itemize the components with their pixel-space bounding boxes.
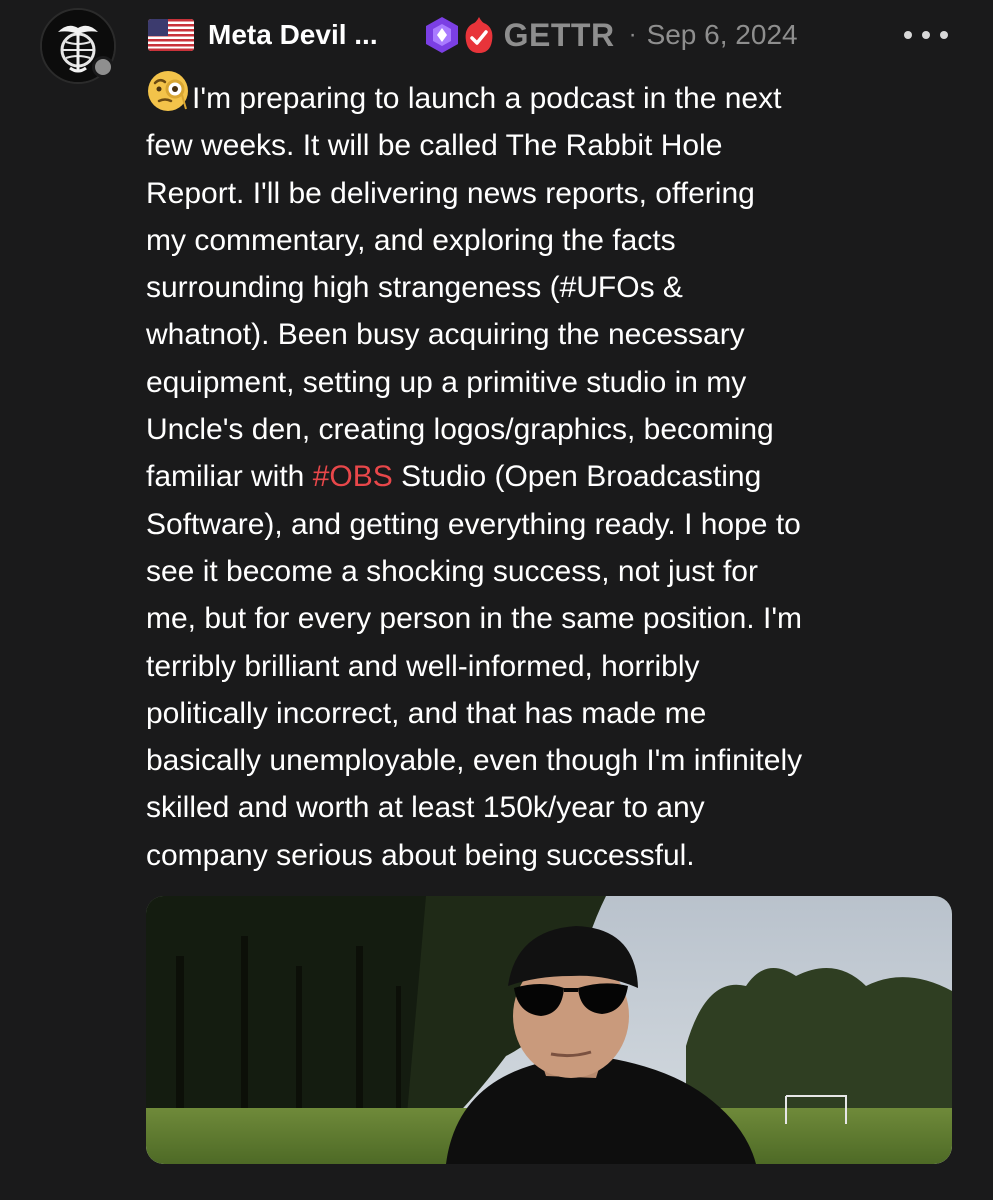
post-text-line: Uncle's den, creating logos/graphics, be… <box>146 413 774 447</box>
face-with-monocle-emoji <box>148 71 188 111</box>
post-text-line: few weeks. It will be called The Rabbit … <box>146 129 723 163</box>
post-text-line: see it become a shocking success, not ju… <box>146 554 758 588</box>
hashtag-obs-link[interactable]: #OBS <box>313 460 393 493</box>
post-text-line: equipment, setting up a primitive studio… <box>146 365 747 399</box>
online-status-badge-icon <box>92 56 114 78</box>
post-date[interactable]: Sep 6, 2024 <box>647 19 798 51</box>
post-text-line: skilled and worth at least 150k/year to … <box>146 791 705 825</box>
separator-dot: · <box>628 21 637 48</box>
post-text-line: basically unemployable, even though I'm … <box>146 744 803 778</box>
post-header: Meta Devil ... GETTR · Sep 6, 2024 <box>148 14 968 56</box>
post-text-line: my commentary, and exploring the facts <box>146 223 676 257</box>
post-text-line: terribly brilliant and well-informed, ho… <box>146 649 700 683</box>
red-verified-flame-badge-icon <box>465 17 493 53</box>
post-text-line: familiar with #OBS Studio (Open Broadcas… <box>146 460 762 494</box>
purple-hexagon-badge-icon <box>425 17 458 53</box>
us-flag-icon <box>148 19 194 51</box>
more-options-button[interactable] <box>904 22 948 48</box>
post-text-line: I'm preparing to launch a podcast in the… <box>146 69 936 122</box>
author-avatar[interactable] <box>40 8 116 84</box>
post-text-line: politically incorrect, and that has made… <box>146 696 707 730</box>
author-display-name[interactable]: Meta Devil ... <box>208 19 378 51</box>
post-text-line: whatnot). Been busy acquiring the necess… <box>146 318 745 352</box>
more-horizontal-icon <box>904 31 912 39</box>
post-text-line: Report. I'll be delivering news reports,… <box>146 176 755 210</box>
post-text-line: surrounding high strangeness (#UFOs & <box>146 271 683 305</box>
post-source[interactable]: GETTR <box>504 17 615 54</box>
post-text-line: me, but for every person in the same pos… <box>146 602 803 636</box>
post-text: I'm preparing to launch a podcast in the… <box>146 69 936 879</box>
post-text-line: company serious about being successful. <box>146 838 695 872</box>
video-thumbnail[interactable] <box>146 896 952 1164</box>
post-text-line: Software), and getting everything ready.… <box>146 507 801 541</box>
